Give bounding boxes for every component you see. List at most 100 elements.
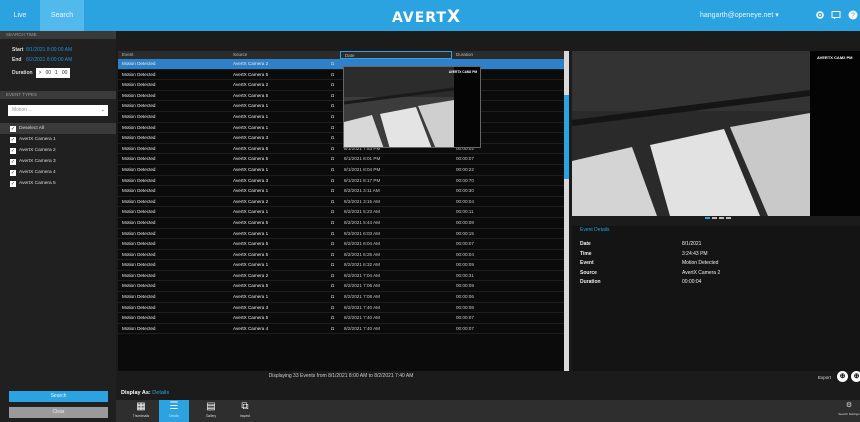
duration-cell: 00:00:30 [456,188,474,194]
scrollbar-thumb[interactable] [564,95,569,179]
source-cell: AvertX Camera 5 [233,145,269,151]
table-row[interactable]: Motion Detected AvertX Camera 5 ◘ [118,70,564,81]
export-clip-icon[interactable]: ⊕ [851,371,860,382]
duration-operator[interactable]: > [39,68,42,78]
video-player[interactable]: AVERTX CAM2 PM [572,51,860,216]
details-button[interactable]: ☰ Details [159,400,189,422]
thumbnails-button[interactable]: ▦ Thumbnails [126,400,156,422]
camera-icon: ◘ [331,304,334,310]
camera-checkbox[interactable]: ✓ AvertX Camera 1 [0,134,116,145]
column-header-duration[interactable]: Duration [452,51,564,59]
deselect-all-checkbox[interactable]: ✓ Deselect All [0,123,116,134]
inspect-button[interactable]: ⧉ Inspect [230,400,260,422]
end-label: End [12,57,22,63]
table-scrollbar[interactable] [564,51,569,371]
camera-checkbox[interactable]: ✓ AvertX Camera 3 [0,156,116,167]
event-cell: Motion Detected [122,209,156,215]
column-header-event[interactable]: Event [118,51,229,59]
brand-logo: AVERTX [392,7,461,27]
source-cell: AvertX Camera 5 [233,219,269,225]
column-header-date[interactable]: Date [340,51,452,59]
table-row[interactable]: Motion Detected AvertX Camera 5 ◘ 8/2/2021 … [118,239,564,250]
table-row[interactable]: Motion Detected AvertX Camera 5 ◘ 8/2/2021 … [118,218,564,229]
duration-cell: 00:00:07 [456,325,474,331]
table-row[interactable]: Motion Detected AvertX Camera 5 ◘ 8/1/2021 … [118,154,564,165]
table-row[interactable]: Motion Detected AvertX Camera 5 ◘ 8/1/2021 … [118,144,564,155]
column-header-camera [325,51,340,59]
camera-icon: ◘ [331,219,334,225]
table-row[interactable]: Motion Detected AvertX Camera 5 ◘ 8/2/2021 … [118,313,564,324]
table-row[interactable]: Motion Detected AvertX Camera 2 ◘ [118,59,564,70]
detail-value: AvertX Camera 2 [682,269,721,276]
table-row[interactable]: Motion Detected AvertX Camera 1 ◘ 8/2/2021 … [118,186,564,197]
table-row[interactable]: Motion Detected AvertX Camera 1 ◘ 8/2/2021 … [118,229,564,240]
column-header-source[interactable]: Source [229,51,325,59]
end-date-field[interactable]: 8/2/2021 8:00:00 AM [26,57,72,63]
help-icon[interactable]: ? [848,10,858,20]
duration-cell: 00:00:22 [456,166,474,172]
duration-field[interactable]: > 00 1 00 [35,68,71,78]
end-row: End 8/2/2021 8:00:00 AM [0,55,116,65]
camera-label: AvertX Camera 3 [19,159,56,164]
table-row[interactable]: Motion Detected AvertX Camera 2 ◘ 8/2/2021 … [118,197,564,208]
gallery-button[interactable]: ▤ Gallery [196,400,226,422]
duration-cell: 00:00:31 [456,272,474,278]
pager-dot[interactable] [705,217,710,219]
camera-checkbox[interactable]: ✓ AvertX Camera 5 [0,178,116,189]
tab-live[interactable]: Live [0,0,40,31]
camera-checkbox[interactable]: ✓ AvertX Camera 2 [0,145,116,156]
event-type-dropdown[interactable]: Motion ... ⌄ [8,105,108,116]
table-row[interactable]: Motion Detected AvertX Camera 1 ◘ [118,123,564,134]
table-row[interactable]: Motion Detected AvertX Camera 1 ◘ 8/2/2021 … [118,292,564,303]
table-row[interactable]: Motion Detected AvertX Camera 4 ◘ 8/2/2021 … [118,324,564,335]
table-row[interactable]: Motion Detected AvertX Camera 5 ◘ 8/2/2021 … [118,281,564,293]
table-row[interactable]: Motion Detected AvertX Camera 5 ◘ 8/2/2021 … [118,250,564,261]
search-button[interactable]: Search [9,391,108,402]
pager-dots [705,217,731,219]
table-row[interactable]: Motion Detected AvertX Camera 5 ◘ [118,91,564,102]
camera-checkbox[interactable]: ✓ AvertX Camera 4 [0,167,116,178]
event-cell: Motion Detected [122,283,156,289]
table-row[interactable]: Motion Detected AvertX Camera 1 ◘ 8/2/2021 … [118,207,564,218]
source-cell: AvertX Camera 3 [233,135,269,141]
camera-icon: ◘ [331,209,334,215]
event-cell: Motion Detected [122,241,156,247]
table-row[interactable]: Motion Detected AvertX Camera 3 ◘ 8/2/2021 … [118,303,564,314]
display-as-value[interactable]: Details [152,390,169,396]
event-cell: Motion Detected [122,219,156,225]
preview-image [344,67,454,147]
chat-icon[interactable] [831,10,841,20]
pager-dot[interactable] [719,217,724,219]
table-row[interactable]: Motion Detected AvertX Camera 1 ◘ [118,101,564,112]
start-date-field[interactable]: 8/1/2021 8:00:00 AM [26,47,72,53]
table-row[interactable]: Motion DetectedAvertX Camera 3◘8/1/2021 … [118,176,564,187]
date-cell: 8/2/2021 7:08 AM [344,294,381,300]
export-download-icon[interactable]: ⊕ [837,371,848,382]
table-row[interactable]: Motion Detected AvertX Camera 2 ◘ 8/2/2021 … [118,271,564,282]
duration-seconds[interactable]: 00 [62,68,68,78]
source-cell: AvertX Camera 1 [233,230,269,236]
duration-unit[interactable]: 1 [55,68,58,78]
user-menu[interactable]: hangarth@openeye.net ▾ [700,11,779,19]
export-label: Export [818,375,832,380]
table-row[interactable]: Motion Detected AvertX Camera 1 ◘ [118,112,564,123]
camera-icon: ◘ [331,283,334,289]
duration-minutes[interactable]: 00 [45,68,51,78]
search-settings-button[interactable]: ⚙ Search Settings [838,400,860,422]
checkbox-checked-icon: ✓ [10,125,16,132]
settings-gear-icon[interactable] [815,10,825,20]
display-as: Display As: Details [121,390,169,396]
table-body: Motion Detected AvertX Camera 2 ◘ Motion De… [118,59,564,335]
table-row[interactable]: Motion Detected AvertX Camera 1 ◘ 8/2/2021 … [118,260,564,271]
tab-search[interactable]: Search [40,0,84,31]
camera-icon: ◘ [331,272,334,278]
source-cell: AvertX Camera 5 [233,283,269,289]
pager-dot[interactable] [726,217,731,219]
pager-dot[interactable] [712,217,717,219]
duration-cell: 00:00:11 [456,209,474,215]
table-row[interactable]: Motion Detected AvertX Camera 2 ◘ [118,80,564,91]
table-row[interactable]: Motion DetectedAvertX Camera 3◘8/1/2021 … [118,133,564,144]
clear-button[interactable]: Clear [9,407,108,418]
table-row[interactable]: Motion Detected AvertX Camera 1 ◘ 8/1/2021 … [118,165,564,176]
video-camera-label: AVERTX CAM2 PM [817,55,853,60]
